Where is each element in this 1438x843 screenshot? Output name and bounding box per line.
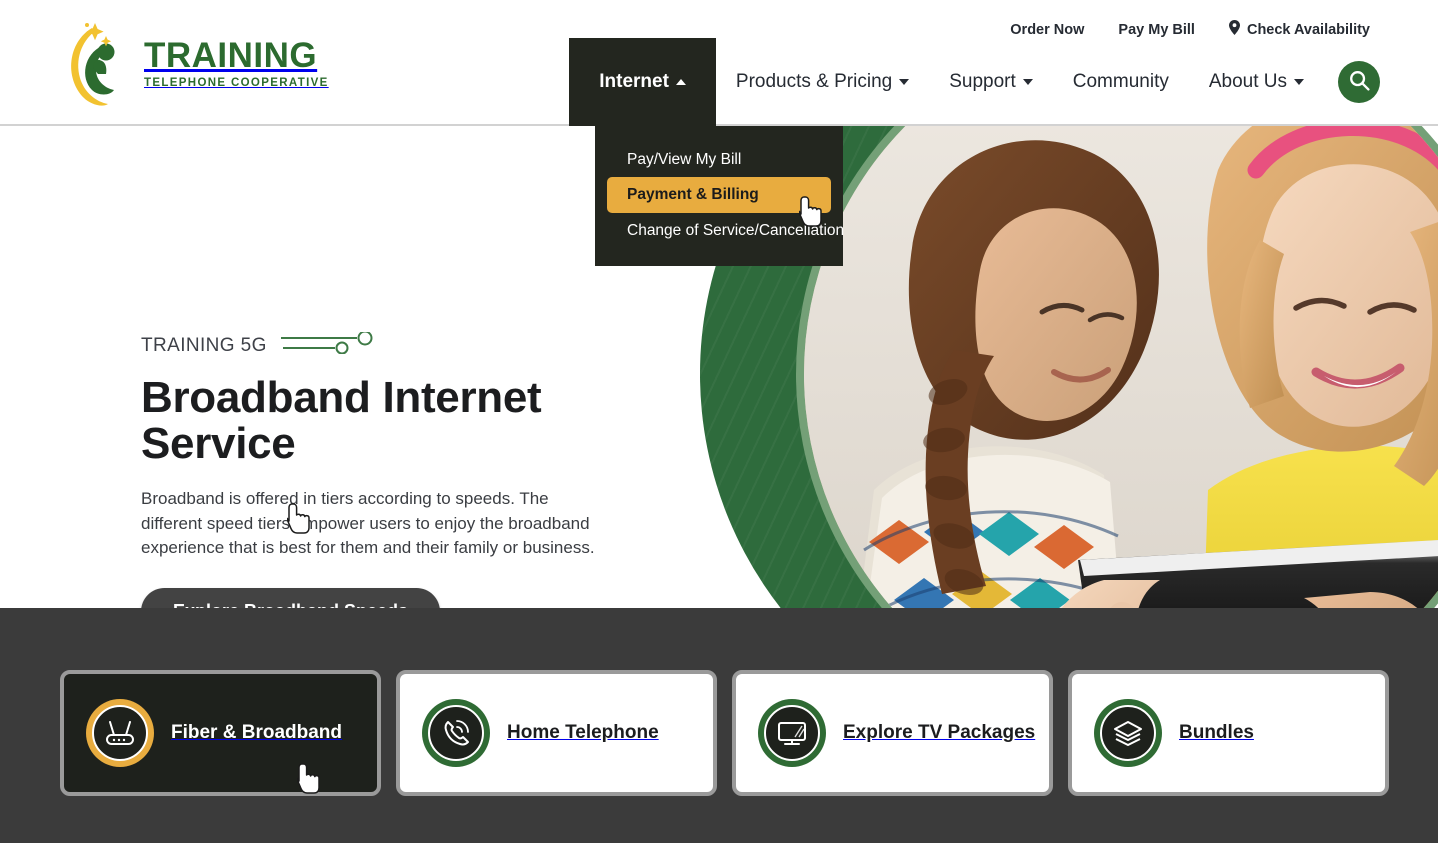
nav-item-support[interactable]: Support	[929, 38, 1053, 126]
explore-broadband-speeds-button[interactable]: Explore Broadband Speeds	[141, 587, 441, 608]
site-logo[interactable]: TRAINING TELEPHONE COOPERATIVE	[62, 14, 382, 114]
layers-icon	[1100, 705, 1156, 761]
television-icon	[764, 705, 820, 761]
hero-photo	[804, 126, 1438, 608]
service-card-label: Bundles	[1179, 722, 1254, 743]
nav-item-label: Products & Pricing	[735, 71, 893, 92]
utility-link-pay-my-bill[interactable]: Pay My Bill	[1118, 22, 1195, 38]
chevron-down-icon	[899, 79, 910, 85]
site-header: TRAINING TELEPHONE COOPERATIVE Order Now…	[0, 0, 1438, 126]
hero-eyebrow-row: TRAINING 5G	[141, 330, 611, 359]
card-icon-ring	[422, 699, 490, 767]
logo-mark-icon	[62, 16, 134, 112]
logo-tagline: TELEPHONE COOPERATIVE	[144, 77, 329, 90]
hero-eyebrow: TRAINING 5G	[141, 334, 267, 356]
search-icon	[1349, 70, 1370, 94]
chevron-down-icon	[1022, 79, 1033, 85]
service-card-label: Explore TV Packages	[843, 722, 1036, 743]
chevron-up-icon	[675, 79, 686, 85]
service-card-fiber-broadband[interactable]: Fiber & Broadband	[60, 670, 381, 796]
nav-item-label: Community	[1072, 71, 1169, 92]
service-card-home-telephone[interactable]: Home Telephone	[396, 670, 717, 796]
card-icon-ring	[1094, 699, 1162, 767]
utility-link-order-now[interactable]: Order Now	[1010, 22, 1084, 38]
nav-item-label: About Us	[1208, 71, 1287, 92]
search-button[interactable]	[1338, 61, 1380, 103]
chevron-down-icon	[1294, 79, 1304, 85]
card-icon-ring	[86, 699, 154, 767]
hero-body-text: Broadband is offered in tiers according …	[141, 489, 595, 557]
dropdown-item-pay-view-my-bill[interactable]: Pay/View My Bill	[607, 142, 831, 177]
location-pin-icon	[1228, 20, 1240, 39]
dropdown-item-payment-and-billing[interactable]: Payment & Billing	[607, 177, 831, 213]
service-card-label: Fiber & Broadband	[171, 722, 343, 743]
service-card-explore-tv-packages[interactable]: Explore TV Packages	[732, 670, 1053, 796]
hero-copy: TRAINING 5G Broadband Internet Service B…	[141, 330, 611, 608]
router-icon	[92, 705, 148, 761]
dropdown-item-change-of-service-cancellation[interactable]: Change of Service/Cancellation	[607, 213, 844, 248]
circuit-line-icon	[280, 330, 375, 359]
nav-item-label: Internet	[599, 71, 669, 92]
main-navigation: Internet Products & Pricing Support Comm…	[569, 38, 1380, 126]
card-icon-ring	[758, 699, 826, 767]
utility-link-label: Check Availability	[1246, 21, 1370, 38]
service-card-bundles[interactable]: Bundles	[1068, 670, 1389, 796]
nav-item-label: Support	[949, 71, 1016, 92]
utility-nav: Order Now Pay My Bill Check Availability	[1010, 20, 1370, 39]
nav-item-community[interactable]: Community	[1053, 38, 1189, 126]
service-cards-row: Fiber & Broadband Home Telephone Explore…	[60, 670, 1389, 796]
service-card-label: Home Telephone	[507, 722, 659, 743]
utility-link-check-availability[interactable]: Check Availability	[1228, 20, 1370, 39]
nav-item-about-us[interactable]: About Us	[1189, 38, 1324, 126]
phone-icon	[428, 705, 484, 761]
logo-wordmark: TRAINING	[144, 36, 318, 76]
service-cards-section: Fiber & Broadband Home Telephone Explore…	[0, 608, 1438, 843]
nav-item-products-pricing[interactable]: Products & Pricing	[716, 38, 929, 126]
nav-item-internet[interactable]: Internet	[569, 38, 716, 126]
internet-dropdown-menu: Pay/View My Bill Payment & Billing Chang…	[595, 126, 844, 267]
hero-title: Broadband Internet Service	[141, 373, 542, 469]
